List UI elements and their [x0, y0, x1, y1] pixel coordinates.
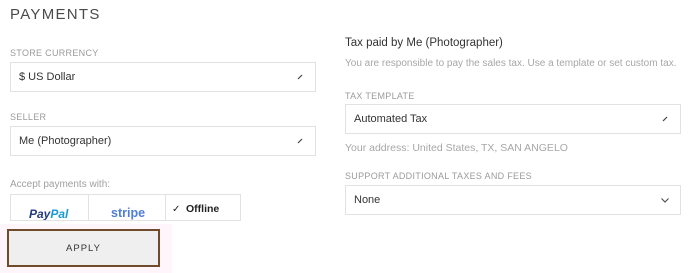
seller-value: Me (Photographer) [19, 135, 112, 147]
tax-template-label: TAX TEMPLATE [345, 91, 415, 101]
resize-grip-icon [297, 74, 303, 80]
paypal-logo-part-b: Pal [50, 207, 69, 221]
seller-label: SELLER [10, 112, 47, 122]
payments-heading: PAYMENTS [10, 6, 101, 23]
store-currency-label: STORE CURRENCY [10, 48, 99, 58]
seller-select[interactable]: Me (Photographer) [10, 126, 316, 156]
payment-option-paypal[interactable]: PayPal [10, 194, 89, 221]
chevron-down-icon [661, 198, 669, 203]
stripe-logo: stripe [111, 206, 146, 220]
tax-template-select[interactable]: Automated Tax [345, 104, 681, 134]
additional-taxes-value: None [354, 194, 381, 206]
tax-address: Your address: United States, TX, SAN ANG… [345, 142, 568, 154]
paypal-logo: PayPal [29, 207, 69, 221]
store-currency-select[interactable]: $ US Dollar [10, 62, 316, 92]
additional-taxes-label: SUPPORT ADDITIONAL TAXES AND FEES [345, 171, 532, 181]
tax-description: You are responsible to pay the sales tax… [345, 58, 677, 69]
resize-grip-icon [662, 116, 668, 122]
paypal-logo-part-a: Pay [29, 207, 51, 221]
store-currency-value: $ US Dollar [19, 71, 76, 83]
accept-payments-label: Accept payments with: [10, 179, 111, 190]
tax-template-value: Automated Tax [354, 113, 428, 125]
payment-option-offline[interactable]: ✓ Offline [165, 194, 241, 221]
apply-button[interactable]: APPLY [7, 229, 160, 267]
resize-grip-icon [297, 138, 303, 144]
tax-title: Tax paid by Me (Photographer) [345, 37, 503, 49]
payment-option-stripe[interactable]: stripe [88, 194, 166, 221]
check-icon: ✓ [172, 204, 181, 215]
additional-taxes-select[interactable]: None [345, 185, 681, 215]
offline-label: Offline [186, 203, 220, 215]
